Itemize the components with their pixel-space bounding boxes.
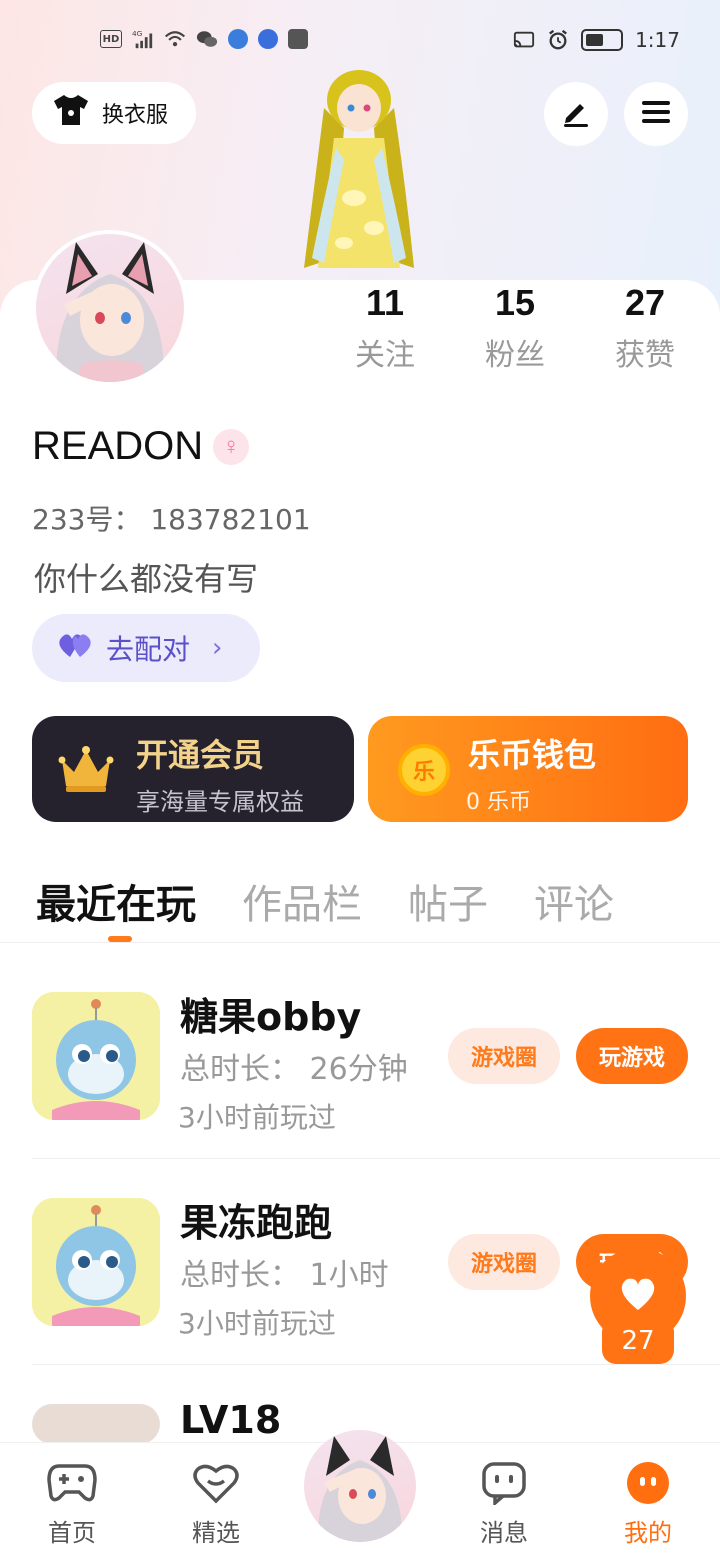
browser-icon — [228, 29, 248, 49]
nav-messages[interactable]: 消息 — [454, 1459, 554, 1548]
change-outfit-label: 换衣服 — [102, 103, 169, 128]
stat-followers-count: 15 — [494, 282, 536, 323]
game-total-time: 总时长： 1小时 — [180, 1258, 389, 1293]
nav-featured-label: 精选 — [192, 1519, 240, 1547]
tab-works[interactable]: 作品栏 — [242, 872, 362, 930]
svg-text:4G: 4G — [132, 29, 143, 38]
stat-likes[interactable]: 27 获赞 — [580, 282, 710, 374]
gamepad-icon — [22, 1459, 122, 1507]
tab-recently-played[interactable]: 最近在玩 — [36, 872, 196, 930]
tab-posts[interactable]: 帖子 — [408, 872, 488, 930]
user-bio[interactable]: 你什么都没有写 — [34, 554, 258, 600]
vip-membership-card[interactable]: 开通会员 享海量专属权益 — [32, 716, 354, 822]
tshirt-icon — [52, 93, 90, 133]
female-gender-icon: ♀ — [213, 428, 250, 465]
tabs-divider — [0, 942, 720, 943]
nav-me[interactable]: 我的 — [598, 1459, 698, 1548]
chevron-right-icon: › — [212, 633, 223, 663]
battery-icon — [581, 29, 624, 51]
cast-icon — [513, 29, 535, 51]
game-circle-button[interactable]: 游戏圈 — [448, 1234, 560, 1290]
game-last-played: 3小时前玩过 — [178, 1307, 336, 1340]
game-icon-lv18[interactable] — [32, 1404, 160, 1444]
stat-likes-label: 获赞 — [615, 338, 675, 373]
avatar-3d-figure[interactable] — [284, 68, 434, 282]
game-circle-button[interactable]: 游戏圈 — [448, 1028, 560, 1084]
profile-stats: 11 关注 15 粉丝 27 获赞 — [320, 282, 710, 374]
game-name: 糖果obby — [180, 995, 362, 1039]
status-bar: HD 4G 1:17 — [0, 24, 720, 60]
user-id[interactable]: 233号： 183782101 — [32, 498, 311, 538]
stat-following-count: 11 — [365, 282, 405, 323]
change-outfit-button[interactable]: 换衣服 — [32, 82, 196, 144]
crown-icon — [56, 740, 116, 800]
alarm-icon — [547, 29, 569, 51]
profile-icon — [598, 1459, 698, 1507]
nav-featured[interactable]: 精选 — [166, 1459, 266, 1548]
game-name: 果冻跑跑 — [180, 1201, 333, 1245]
heart-icon — [618, 1276, 658, 1316]
wifi-icon — [164, 28, 186, 50]
game-icon-candy-obby[interactable] — [32, 992, 160, 1120]
stat-following-label: 关注 — [355, 338, 415, 373]
edit-icon — [560, 96, 592, 132]
match-label: 去配对 — [106, 633, 191, 666]
vip-title: 开通会员 — [136, 736, 265, 774]
play-game-button[interactable]: 玩游戏 — [576, 1028, 688, 1084]
menu-button[interactable] — [624, 82, 688, 146]
game-list-item[interactable]: 糖果obby 总时长： 26分钟 3小时前玩过 游戏圈 玩游戏 — [32, 992, 688, 1172]
wallet-balance: 0 乐币 — [466, 790, 531, 815]
heart-chat-icon — [166, 1459, 266, 1507]
match-button[interactable]: 去配对 › — [32, 614, 260, 682]
signal-icon: 4G — [132, 28, 154, 50]
wechat-icon — [196, 28, 218, 50]
nav-me-label: 我的 — [624, 1519, 672, 1547]
username: READON ♀ — [32, 424, 250, 469]
huawei-app-icon — [288, 29, 308, 49]
stat-followers-label: 粉丝 — [485, 338, 545, 373]
profile-avatar[interactable] — [32, 230, 188, 386]
stat-followers[interactable]: 15 粉丝 — [450, 282, 580, 374]
nav-center-avatar[interactable] — [304, 1430, 416, 1542]
menu-icon — [640, 98, 672, 130]
stat-likes-count: 27 — [624, 282, 666, 323]
vip-subtitle: 享海量专属权益 — [136, 788, 304, 816]
hd-icon: HD — [100, 30, 122, 48]
row-divider — [32, 1364, 720, 1365]
wallet-title: 乐币钱包 — [468, 736, 597, 774]
coin-icon: 乐 — [398, 744, 450, 796]
game-last-played: 3小时前玩过 — [178, 1101, 336, 1134]
nav-messages-label: 消息 — [480, 1519, 528, 1547]
nav-home-label: 首页 — [48, 1519, 96, 1547]
like-count: 27 — [602, 1318, 674, 1364]
status-time: 1:17 — [635, 28, 680, 52]
nav-home[interactable]: 首页 — [22, 1459, 122, 1548]
row-divider — [32, 1158, 720, 1159]
tab-comments[interactable]: 评论 — [534, 872, 614, 930]
heart-pair-icon — [58, 631, 92, 666]
game-total-time: 总时长： 26分钟 — [180, 1052, 408, 1087]
edit-profile-button[interactable] — [544, 82, 608, 146]
message-icon — [454, 1459, 554, 1507]
wallet-card[interactable]: 乐 乐币钱包 0 乐币 — [368, 716, 688, 822]
game-name: LV18 — [180, 1398, 282, 1442]
music-icon — [258, 29, 278, 49]
profile-tabs: 最近在玩 作品栏 帖子 评论 — [36, 872, 660, 930]
game-icon-jelly-run[interactable] — [32, 1198, 160, 1326]
username-text: READON — [32, 424, 204, 468]
stat-following[interactable]: 11 关注 — [320, 282, 450, 374]
